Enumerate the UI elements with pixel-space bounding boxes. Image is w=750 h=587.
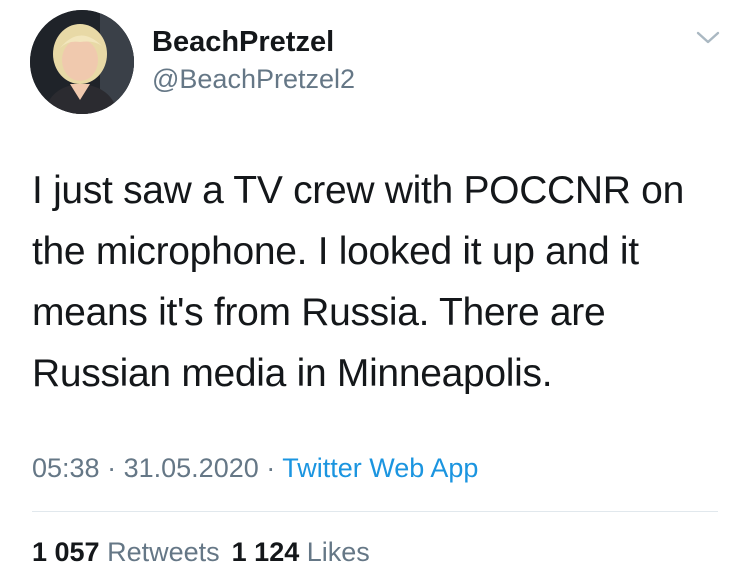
retweets-label: Retweets [107,537,220,567]
tweet-date[interactable]: 31.05.2020 [124,453,259,483]
meta-separator: · [266,453,276,483]
tweet-stats: 1 057 Retweets 1 124 Likes [32,534,370,570]
tweet-text: I just saw a TV crew with POCCNR on the … [32,169,684,395]
likes-count: 1 124 [231,537,300,567]
likes-label: Likes [306,537,370,567]
tweet-source-link[interactable]: Twitter Web App [282,453,478,483]
chevron-down-icon[interactable] [693,28,723,48]
avatar[interactable] [30,10,134,114]
meta-separator: · [107,453,117,483]
tweet-meta: 05:38 · 31.05.2020 · Twitter Web App [32,450,478,486]
likes-stat[interactable]: 1 124 Likes [232,537,370,567]
tweet-time[interactable]: 05:38 [32,453,100,483]
divider [32,511,718,512]
user-handle[interactable]: @BeachPretzel2 [152,62,355,96]
retweets-count: 1 057 [32,537,100,567]
display-name[interactable]: BeachPretzel [152,24,334,60]
tweet-card: BeachPretzel @BeachPretzel2 I just saw a… [0,0,750,587]
retweets-stat[interactable]: 1 057 Retweets [32,537,220,567]
